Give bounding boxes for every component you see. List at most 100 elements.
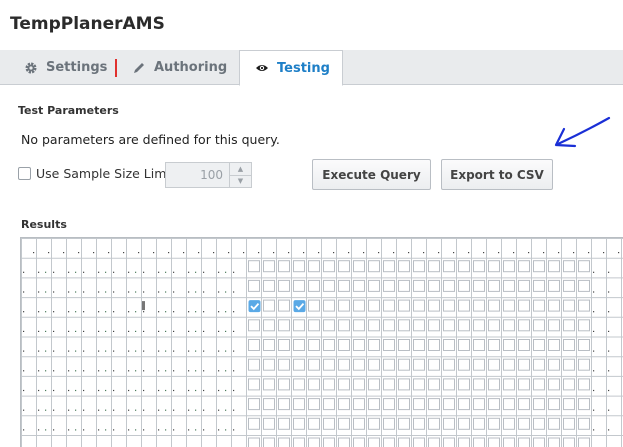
result-checkbox[interactable] [383,260,395,273]
result-checkbox[interactable] [473,417,485,430]
sample-size-value[interactable]: 100 [166,163,229,187]
result-checkbox[interactable] [518,299,530,312]
result-checkbox[interactable] [293,358,305,371]
result-checkbox[interactable] [413,319,425,332]
result-checkbox[interactable] [518,260,530,273]
result-checkbox[interactable] [443,398,455,411]
result-checkbox[interactable] [338,378,350,391]
result-checkbox[interactable] [533,398,545,411]
result-checkbox[interactable] [518,279,530,292]
result-checkbox[interactable] [383,378,395,391]
result-checkbox[interactable] [413,279,425,292]
result-checkbox[interactable] [548,378,560,391]
result-checkbox[interactable] [443,260,455,273]
result-checkbox[interactable] [428,319,440,332]
result-checkbox[interactable] [248,417,260,430]
result-checkbox[interactable] [503,260,515,273]
result-checkbox[interactable] [428,279,440,292]
result-checkbox[interactable] [473,378,485,391]
result-checkbox[interactable] [308,279,320,292]
result-checkbox[interactable] [368,378,380,391]
result-checkbox[interactable] [488,260,500,273]
result-checkbox[interactable] [368,398,380,411]
result-checkbox[interactable] [518,319,530,332]
result-checkbox[interactable] [398,417,410,430]
result-checkbox[interactable] [503,339,515,351]
result-checkbox[interactable] [383,319,395,332]
result-checkbox[interactable] [413,358,425,371]
result-checkbox[interactable] [308,299,320,312]
tab-authoring[interactable]: Authoring [132,50,227,85]
spinner-up-icon[interactable]: ▲ [230,163,251,176]
result-checkbox[interactable] [413,260,425,273]
result-checkbox[interactable] [248,260,260,273]
result-checkbox[interactable] [503,279,515,292]
result-checkbox[interactable] [383,339,395,351]
result-checkbox[interactable] [338,319,350,332]
spinner-down-icon[interactable]: ▼ [230,176,251,188]
result-checkbox[interactable] [503,398,515,411]
tab-testing[interactable]: Testing [239,50,343,86]
result-checkbox[interactable] [308,358,320,371]
result-checkbox[interactable] [578,339,590,351]
result-checkbox[interactable] [368,339,380,351]
result-checkbox[interactable] [278,279,290,292]
result-checkbox[interactable] [443,417,455,430]
result-checkbox[interactable] [443,358,455,371]
result-checkbox[interactable] [458,299,470,312]
result-checkbox[interactable] [578,279,590,292]
result-checkbox[interactable] [458,398,470,411]
result-checkbox[interactable] [413,398,425,411]
result-checkbox[interactable] [503,417,515,430]
result-checkbox[interactable] [473,299,485,312]
result-checkbox[interactable] [263,378,275,391]
result-checkbox[interactable] [533,279,545,292]
result-checkbox[interactable] [428,378,440,391]
result-checkbox[interactable] [428,260,440,273]
result-checkbox[interactable] [473,437,485,447]
result-checkbox-checked[interactable] [293,300,306,313]
result-checkbox[interactable] [533,378,545,391]
export-csv-button[interactable]: Export to CSV [441,159,553,190]
result-checkbox[interactable] [263,279,275,292]
result-checkbox[interactable] [488,398,500,411]
result-checkbox[interactable] [263,319,275,332]
sample-size-limit-label[interactable]: Use Sample Size Limit [36,166,175,181]
result-checkbox[interactable] [458,260,470,273]
result-checkbox[interactable] [263,358,275,371]
result-checkbox[interactable] [323,398,335,411]
result-checkbox[interactable] [563,260,575,273]
result-checkbox[interactable] [398,260,410,273]
result-checkbox[interactable] [533,319,545,332]
result-checkbox[interactable] [248,279,260,292]
result-checkbox[interactable] [563,358,575,371]
result-checkbox[interactable] [458,417,470,430]
result-checkbox[interactable] [548,417,560,430]
result-checkbox[interactable] [263,417,275,430]
result-checkbox[interactable] [293,398,305,411]
result-checkbox[interactable] [488,417,500,430]
result-checkbox[interactable] [503,319,515,332]
result-checkbox[interactable] [443,437,455,447]
result-checkbox[interactable] [353,378,365,391]
sample-size-limit-checkbox[interactable] [18,167,31,180]
result-checkbox[interactable] [533,437,545,447]
result-checkbox[interactable] [383,398,395,411]
result-checkbox[interactable] [578,378,590,391]
result-checkbox[interactable] [443,378,455,391]
result-checkbox[interactable] [533,260,545,273]
result-checkbox[interactable] [278,437,290,447]
result-checkbox[interactable] [563,378,575,391]
result-checkbox[interactable] [368,417,380,430]
result-checkbox[interactable] [353,260,365,273]
result-checkbox[interactable] [263,260,275,273]
result-checkbox[interactable] [263,339,275,351]
result-checkbox[interactable] [353,279,365,292]
result-checkbox[interactable] [368,279,380,292]
result-checkbox[interactable] [518,358,530,371]
result-checkbox[interactable] [353,319,365,332]
result-checkbox[interactable] [308,398,320,411]
result-checkbox[interactable] [338,279,350,292]
result-checkbox[interactable] [473,260,485,273]
result-checkbox[interactable] [278,299,290,312]
